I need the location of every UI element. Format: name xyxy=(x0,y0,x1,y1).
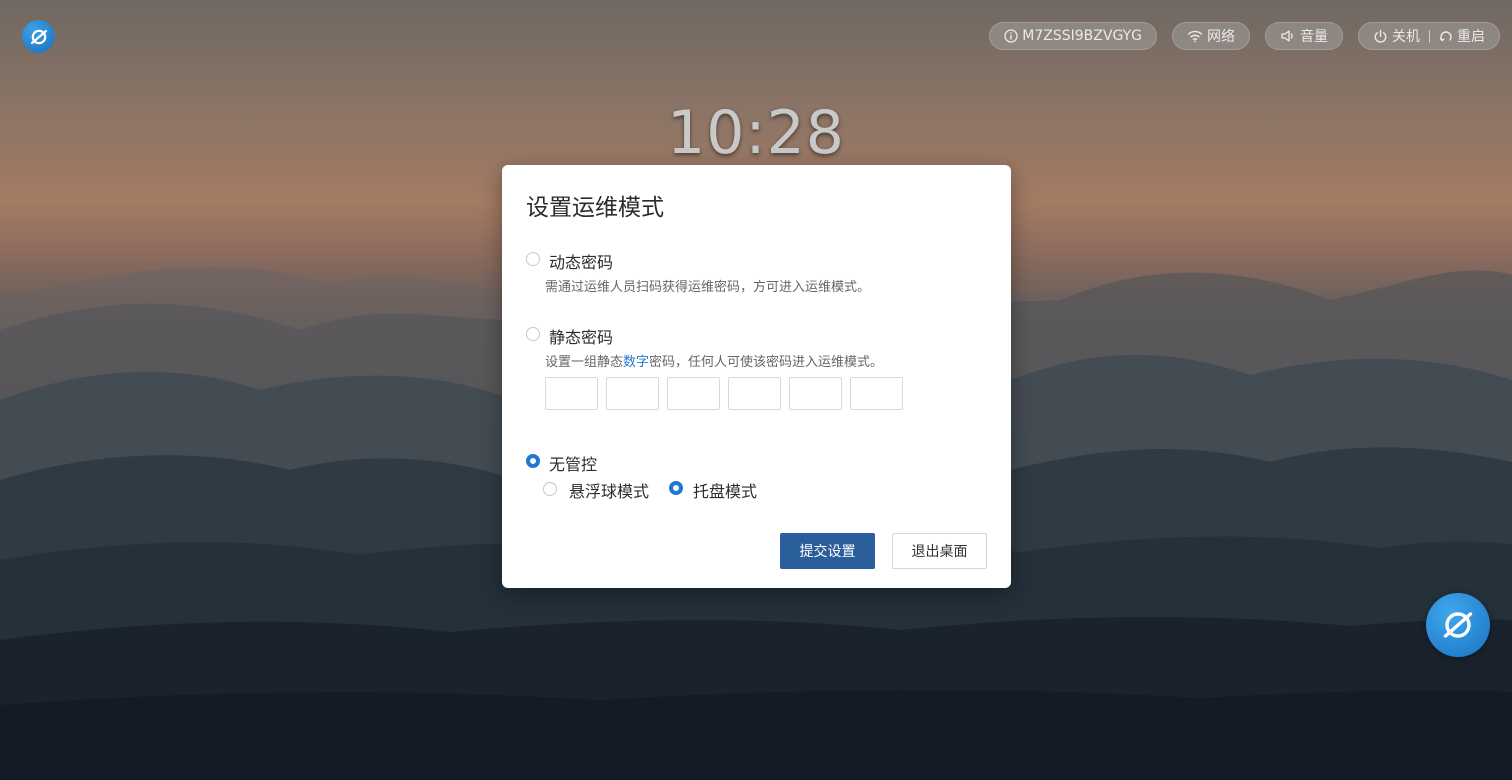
floating-ball-mode-label[interactable]: 悬浮球模式 xyxy=(569,478,649,502)
dynamic-password-radio[interactable] xyxy=(526,252,540,266)
pin-digit-input[interactable] xyxy=(850,377,903,410)
dynamic-password-description: 需通过运维人员扫码获得运维密码，方可进入运维模式。 xyxy=(545,280,871,295)
restart-button[interactable]: 重启 xyxy=(1439,26,1485,46)
wifi-icon xyxy=(1187,30,1203,43)
restart-label: 重启 xyxy=(1457,29,1485,45)
floating-ball-button[interactable] xyxy=(1426,593,1490,657)
static-pin-inputs xyxy=(545,377,903,410)
dynamic-password-label[interactable]: 动态密码 xyxy=(549,249,613,273)
desktop-background: M7ZSSI9BZVGYG 网络 音量 关机 重启 10:28 设置运维模式 动… xyxy=(0,0,1512,780)
network-button[interactable]: 网络 xyxy=(1172,22,1250,50)
static-password-desc-highlight: 数字 xyxy=(623,355,650,370)
speaker-icon xyxy=(1281,30,1293,42)
floating-ball-logo-icon xyxy=(1443,612,1473,638)
pin-digit-input[interactable] xyxy=(545,377,598,410)
static-password-radio[interactable] xyxy=(526,327,540,341)
pin-digit-input[interactable] xyxy=(728,377,781,410)
restart-icon xyxy=(1439,31,1452,42)
pin-digit-input[interactable] xyxy=(606,377,659,410)
top-status-bar: M7ZSSI9BZVGYG 网络 音量 关机 重启 xyxy=(989,22,1500,50)
no-control-radio[interactable] xyxy=(526,454,540,468)
device-id-label: M7ZSSI9BZVGYG xyxy=(1022,28,1142,44)
floating-ball-mode-radio[interactable] xyxy=(543,482,557,496)
tray-mode-label[interactable]: 托盘模式 xyxy=(693,478,757,502)
logo-glyph-icon xyxy=(30,29,47,44)
volume-label: 音量 xyxy=(1300,29,1328,45)
static-password-description: 设置一组静态数字密码，任何人可使该密码进入运维模式。 xyxy=(545,351,883,370)
tray-mode-radio[interactable] xyxy=(669,481,683,495)
no-control-label[interactable]: 无管控 xyxy=(549,451,597,475)
exit-desktop-button[interactable]: 退出桌面 xyxy=(892,533,987,569)
static-password-desc-after: 密码，任何人可使该密码进入运维模式。 xyxy=(649,355,884,370)
network-label: 网络 xyxy=(1207,29,1235,45)
submit-settings-button[interactable]: 提交设置 xyxy=(780,533,875,569)
pin-digit-input[interactable] xyxy=(789,377,842,410)
static-password-label[interactable]: 静态密码 xyxy=(549,324,613,348)
device-id-pill[interactable]: M7ZSSI9BZVGYG xyxy=(989,22,1157,50)
desktop-clock: 10:28 xyxy=(667,98,845,168)
info-icon xyxy=(1004,29,1018,43)
static-password-desc-before: 设置一组静态 xyxy=(545,355,624,370)
pill-divider xyxy=(1429,29,1430,43)
shutdown-label: 关机 xyxy=(1392,29,1420,45)
volume-button[interactable]: 音量 xyxy=(1265,22,1343,50)
app-logo-icon xyxy=(22,20,55,53)
maintenance-mode-dialog: 设置运维模式 动态密码 需通过运维人员扫码获得运维密码，方可进入运维模式。 静态… xyxy=(502,165,1011,588)
shutdown-button[interactable]: 关机 xyxy=(1373,26,1420,46)
dialog-title: 设置运维模式 xyxy=(526,195,664,221)
power-controls-pill: 关机 重启 xyxy=(1358,22,1500,50)
pin-digit-input[interactable] xyxy=(667,377,720,410)
power-icon xyxy=(1374,29,1387,43)
